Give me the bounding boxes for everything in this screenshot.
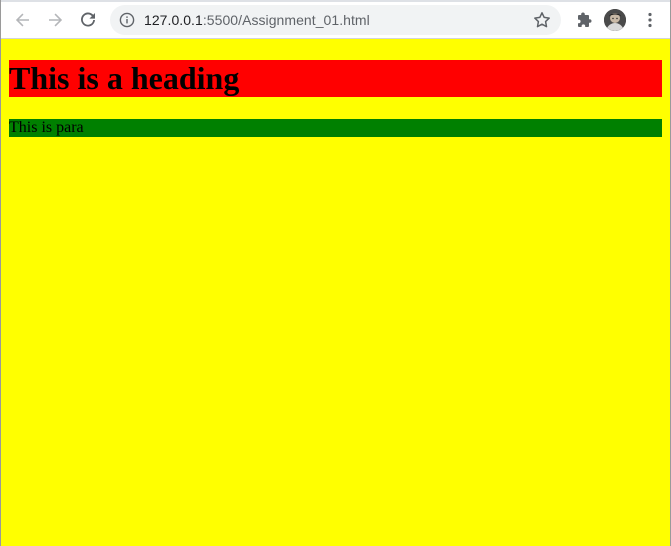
page-heading: This is a heading bbox=[9, 60, 662, 97]
page-viewport: This is a heading This is para bbox=[1, 39, 670, 546]
arrow-back-icon bbox=[15, 13, 29, 27]
url-host: 127.0.0.1 bbox=[144, 12, 203, 28]
address-bar[interactable]: 127.0.0.1:5500/Assignment_01.html bbox=[110, 5, 561, 35]
tab-strip-edge bbox=[1, 0, 670, 2]
reload-icon bbox=[81, 12, 95, 27]
star-icon[interactable] bbox=[532, 10, 552, 30]
reload-button[interactable] bbox=[74, 6, 102, 34]
back-button[interactable] bbox=[9, 6, 37, 34]
url-path: :5500/Assignment_01.html bbox=[202, 12, 370, 28]
puzzle-icon bbox=[578, 12, 592, 27]
browser-menu-button[interactable] bbox=[636, 6, 664, 34]
avatar[interactable] bbox=[604, 9, 626, 31]
kebab-menu-icon bbox=[648, 12, 652, 28]
forward-button[interactable] bbox=[41, 6, 69, 34]
info-icon[interactable] bbox=[119, 12, 135, 28]
url-text[interactable]: 127.0.0.1:5500/Assignment_01.html bbox=[144, 5, 370, 35]
browser-window: 127.0.0.1:5500/Assignment_01.html This i… bbox=[0, 0, 671, 546]
arrow-forward-icon bbox=[49, 13, 63, 27]
extensions-button[interactable] bbox=[571, 6, 599, 34]
profile-picture bbox=[604, 9, 626, 31]
browser-toolbar: 127.0.0.1:5500/Assignment_01.html bbox=[1, 0, 670, 38]
page-paragraph: This is para bbox=[9, 119, 662, 137]
